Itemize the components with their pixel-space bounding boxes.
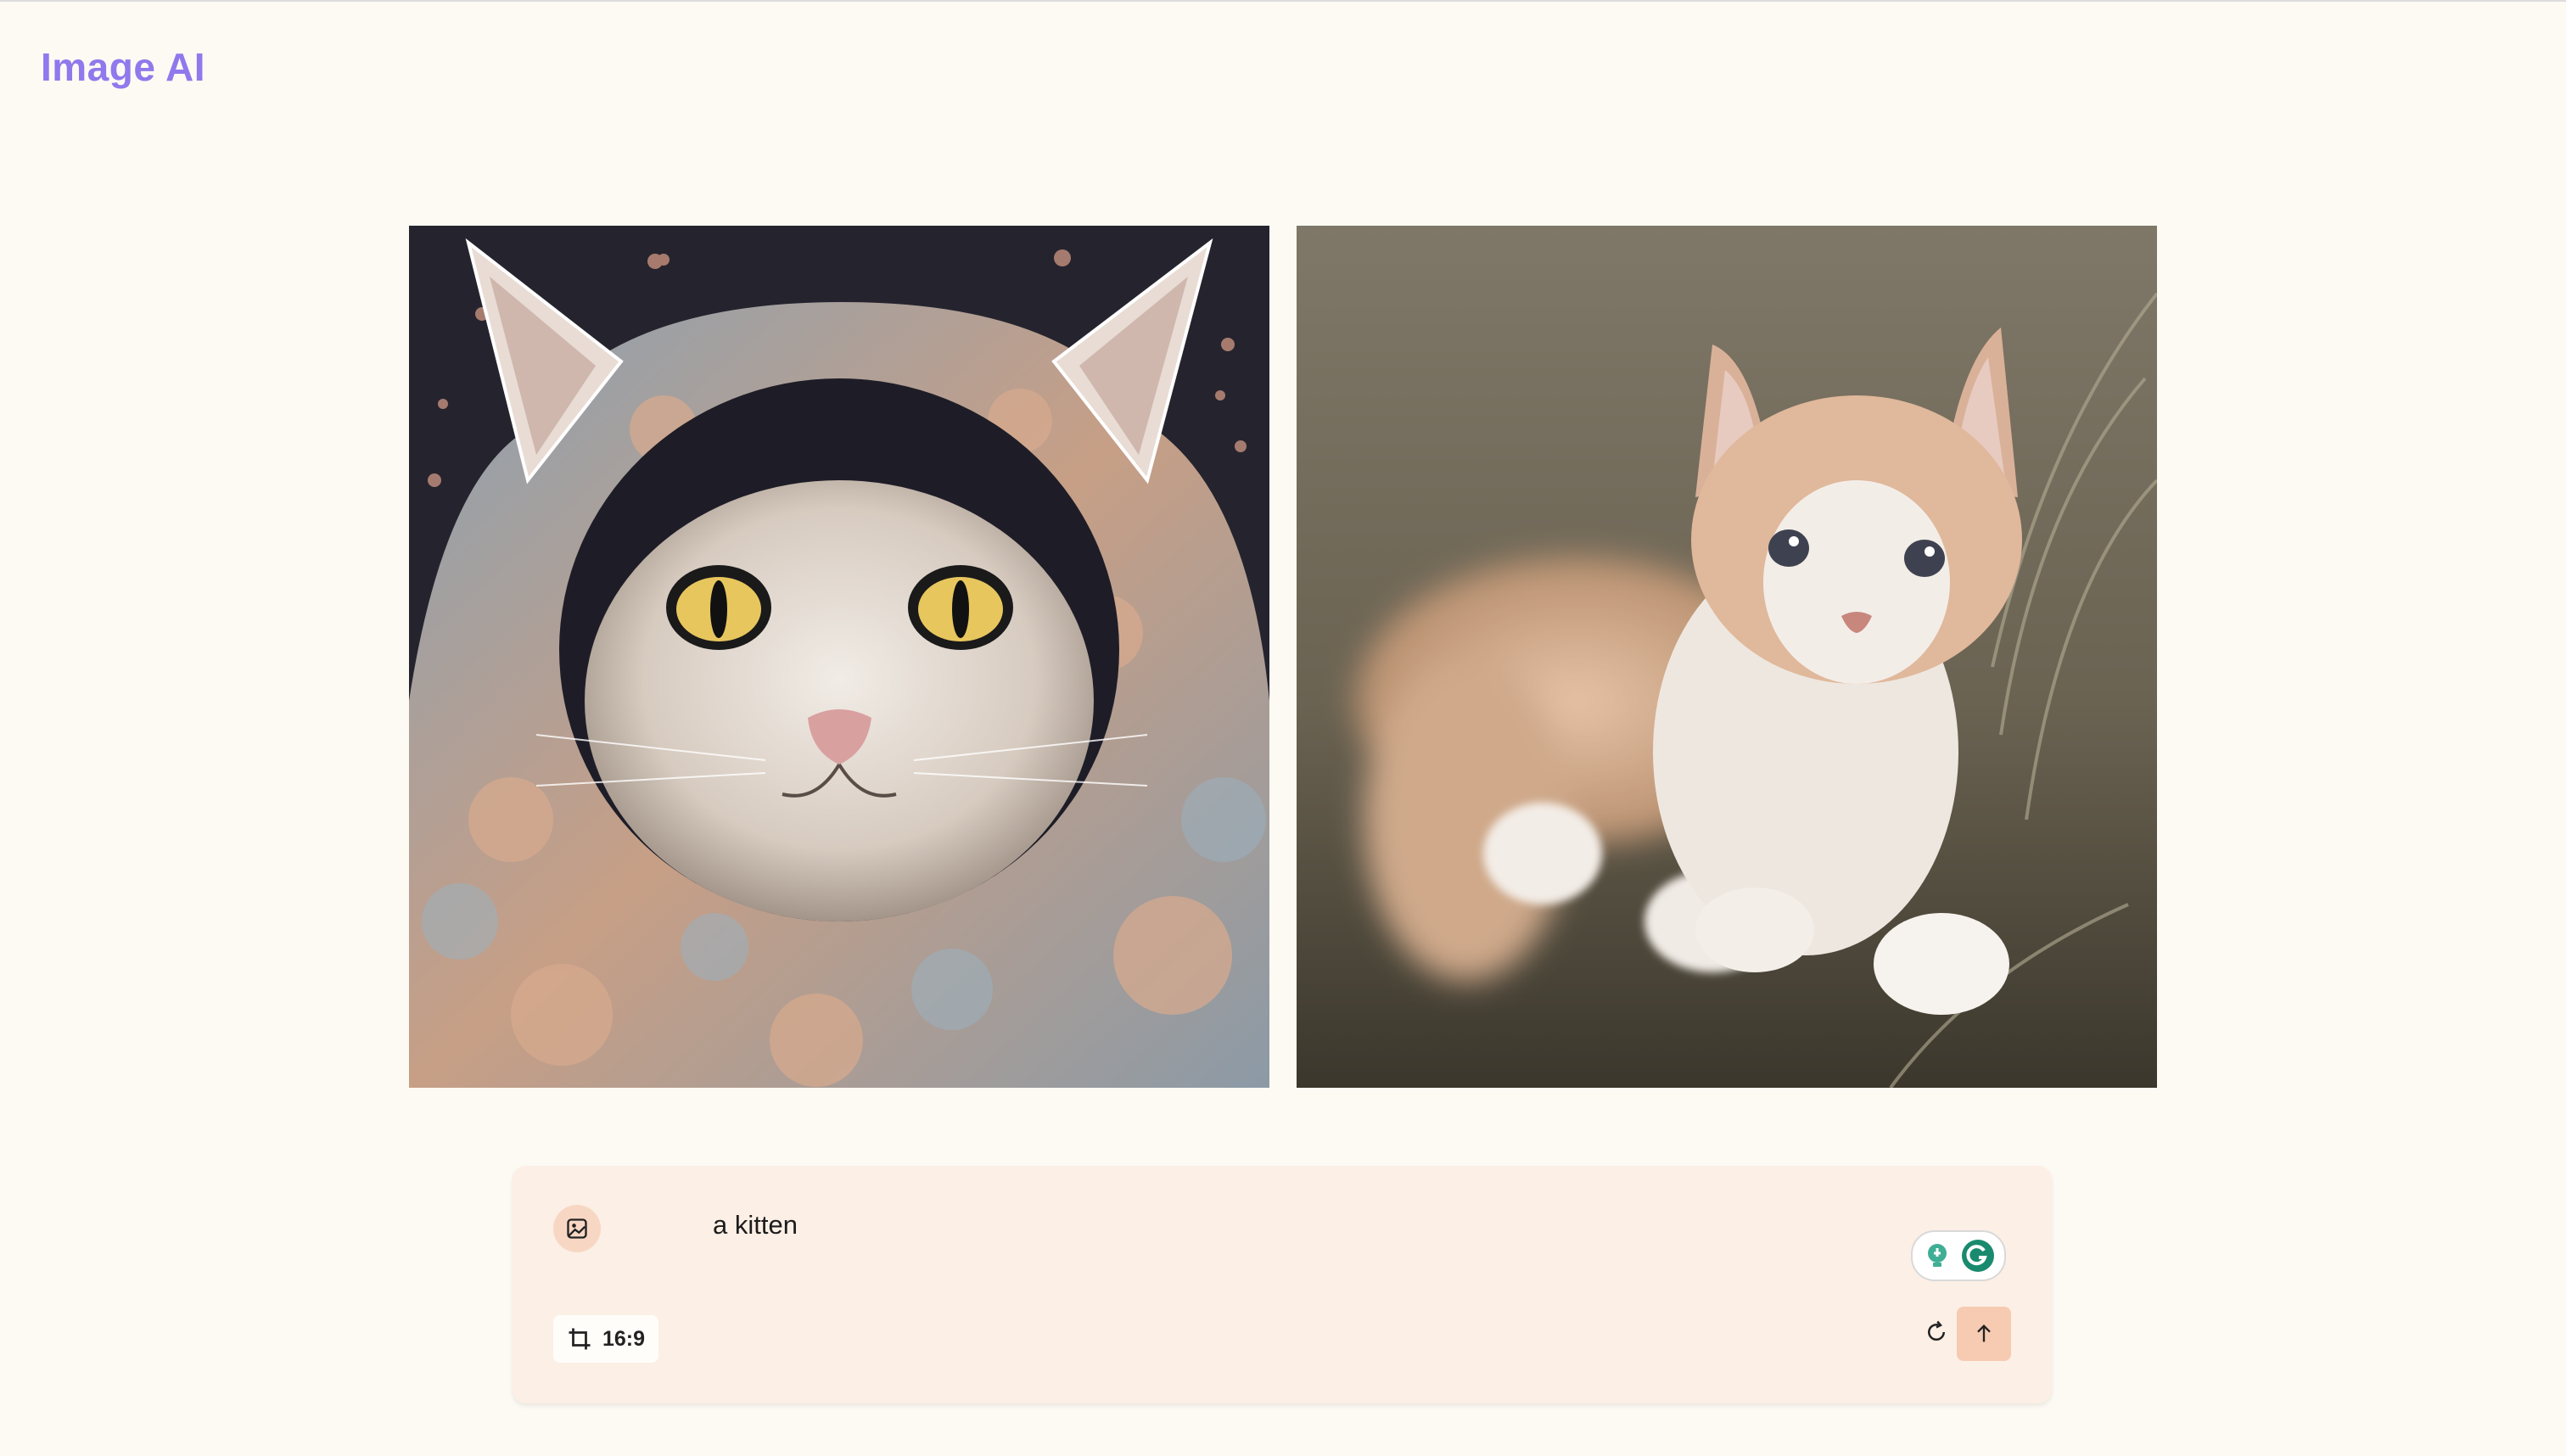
upload-image-button[interactable] <box>553 1205 601 1252</box>
reset-button[interactable] <box>1914 1307 1958 1358</box>
aspect-ratio-label: 16:9 <box>602 1326 646 1351</box>
writing-assistant-widget[interactable] <box>1911 1230 2006 1281</box>
lightbulb-icon[interactable] <box>1922 1240 1953 1271</box>
generated-image-2[interactable] <box>1297 226 2157 1088</box>
image-icon <box>567 1218 587 1239</box>
crop-icon <box>569 1328 591 1350</box>
kitten-photo-image <box>1297 226 2157 1088</box>
generated-image-1[interactable] <box>409 226 1269 1088</box>
grammarly-icon[interactable] <box>1961 1239 1995 1273</box>
image-gallery <box>409 226 2158 1088</box>
aspect-ratio-button[interactable]: 16:9 <box>553 1315 659 1363</box>
send-button[interactable] <box>1957 1307 2011 1361</box>
illustrated-cat-image <box>409 226 1269 1088</box>
app-logo-title: Image AI <box>41 45 206 89</box>
arrow-up-icon <box>1977 1324 1991 1342</box>
prompt-input[interactable]: a kitten <box>713 1210 798 1240</box>
prompt-composer: a kitten 16:9 <box>513 1166 2052 1403</box>
refresh-icon <box>1928 1320 1945 1341</box>
